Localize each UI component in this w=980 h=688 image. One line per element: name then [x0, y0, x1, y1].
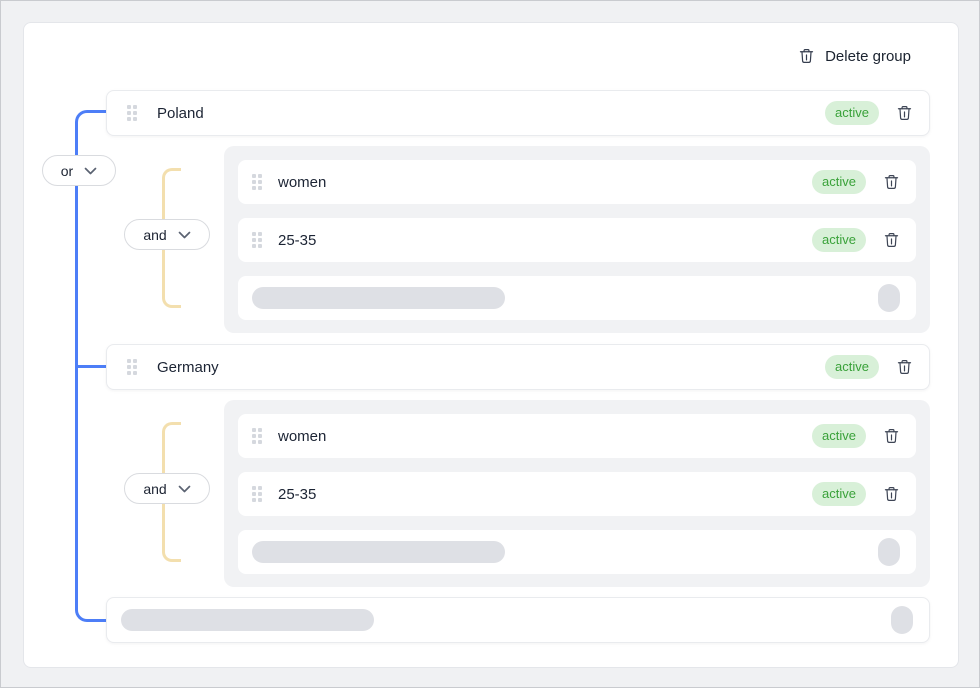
status-badge: active — [812, 228, 866, 252]
rule-row-women: women active — [238, 160, 916, 204]
delete-rule-button[interactable] — [882, 485, 900, 504]
group-operator-value: and — [143, 227, 166, 243]
group-operator-value: and — [143, 481, 166, 497]
skeleton-row — [238, 276, 916, 320]
rule-label: 25-35 — [278, 486, 316, 503]
trash-icon — [883, 427, 900, 445]
screen: Delete group or and and Poland active — [0, 0, 980, 688]
skeleton-action-placeholder — [878, 538, 900, 566]
delete-group-button[interactable]: Delete group — [798, 43, 911, 69]
rule-row-25-35: 25-35 active — [238, 218, 916, 262]
delete-rule-button[interactable] — [882, 231, 900, 250]
chevron-down-icon — [84, 167, 97, 175]
delete-rule-button[interactable] — [882, 427, 900, 446]
nested-group-poland: women active 25-35 active — [224, 146, 930, 333]
skeleton-card — [106, 597, 930, 643]
trash-icon — [798, 47, 815, 65]
drag-handle-icon[interactable] — [252, 232, 262, 248]
skeleton-text-placeholder — [252, 541, 505, 563]
drag-handle-icon[interactable] — [252, 174, 262, 190]
drag-handle-icon[interactable] — [252, 428, 262, 444]
chevron-down-icon — [178, 485, 191, 493]
rule-card-germany: Germany active — [106, 344, 930, 390]
rule-label: women — [278, 174, 326, 191]
drag-handle-icon[interactable] — [127, 359, 137, 375]
group-operator-dropdown-poland[interactable]: and — [124, 219, 210, 250]
rule-label: Poland — [157, 105, 204, 122]
skeleton-text-placeholder — [121, 609, 374, 631]
rule-row-women: women active — [238, 414, 916, 458]
nested-group-germany: women active 25-35 active — [224, 400, 930, 587]
trash-icon — [896, 358, 913, 376]
delete-rule-button[interactable] — [895, 358, 913, 377]
status-badge: active — [825, 101, 879, 125]
skeleton-row — [238, 530, 916, 574]
trash-icon — [883, 231, 900, 249]
rule-label: women — [278, 428, 326, 445]
drag-handle-icon[interactable] — [127, 105, 137, 121]
trash-icon — [883, 173, 900, 191]
skeleton-text-placeholder — [252, 287, 505, 309]
skeleton-action-placeholder — [891, 606, 913, 634]
delete-group-label: Delete group — [825, 48, 911, 65]
audience-filter-panel: Delete group or and and Poland active — [23, 22, 959, 668]
status-badge: active — [812, 170, 866, 194]
status-badge: active — [812, 424, 866, 448]
rule-label: 25-35 — [278, 232, 316, 249]
delete-rule-button[interactable] — [882, 173, 900, 192]
rule-card-poland: Poland active — [106, 90, 930, 136]
chevron-down-icon — [178, 231, 191, 239]
root-operator-value: or — [61, 163, 73, 179]
trash-icon — [883, 485, 900, 503]
trash-icon — [896, 104, 913, 122]
delete-rule-button[interactable] — [895, 104, 913, 123]
group-operator-dropdown-germany[interactable]: and — [124, 473, 210, 504]
skeleton-action-placeholder — [878, 284, 900, 312]
root-operator-dropdown[interactable]: or — [42, 155, 116, 186]
rule-row-25-35: 25-35 active — [238, 472, 916, 516]
rule-label: Germany — [157, 359, 219, 376]
drag-handle-icon[interactable] — [252, 486, 262, 502]
or-connector-branch — [78, 365, 106, 368]
status-badge: active — [825, 355, 879, 379]
status-badge: active — [812, 482, 866, 506]
